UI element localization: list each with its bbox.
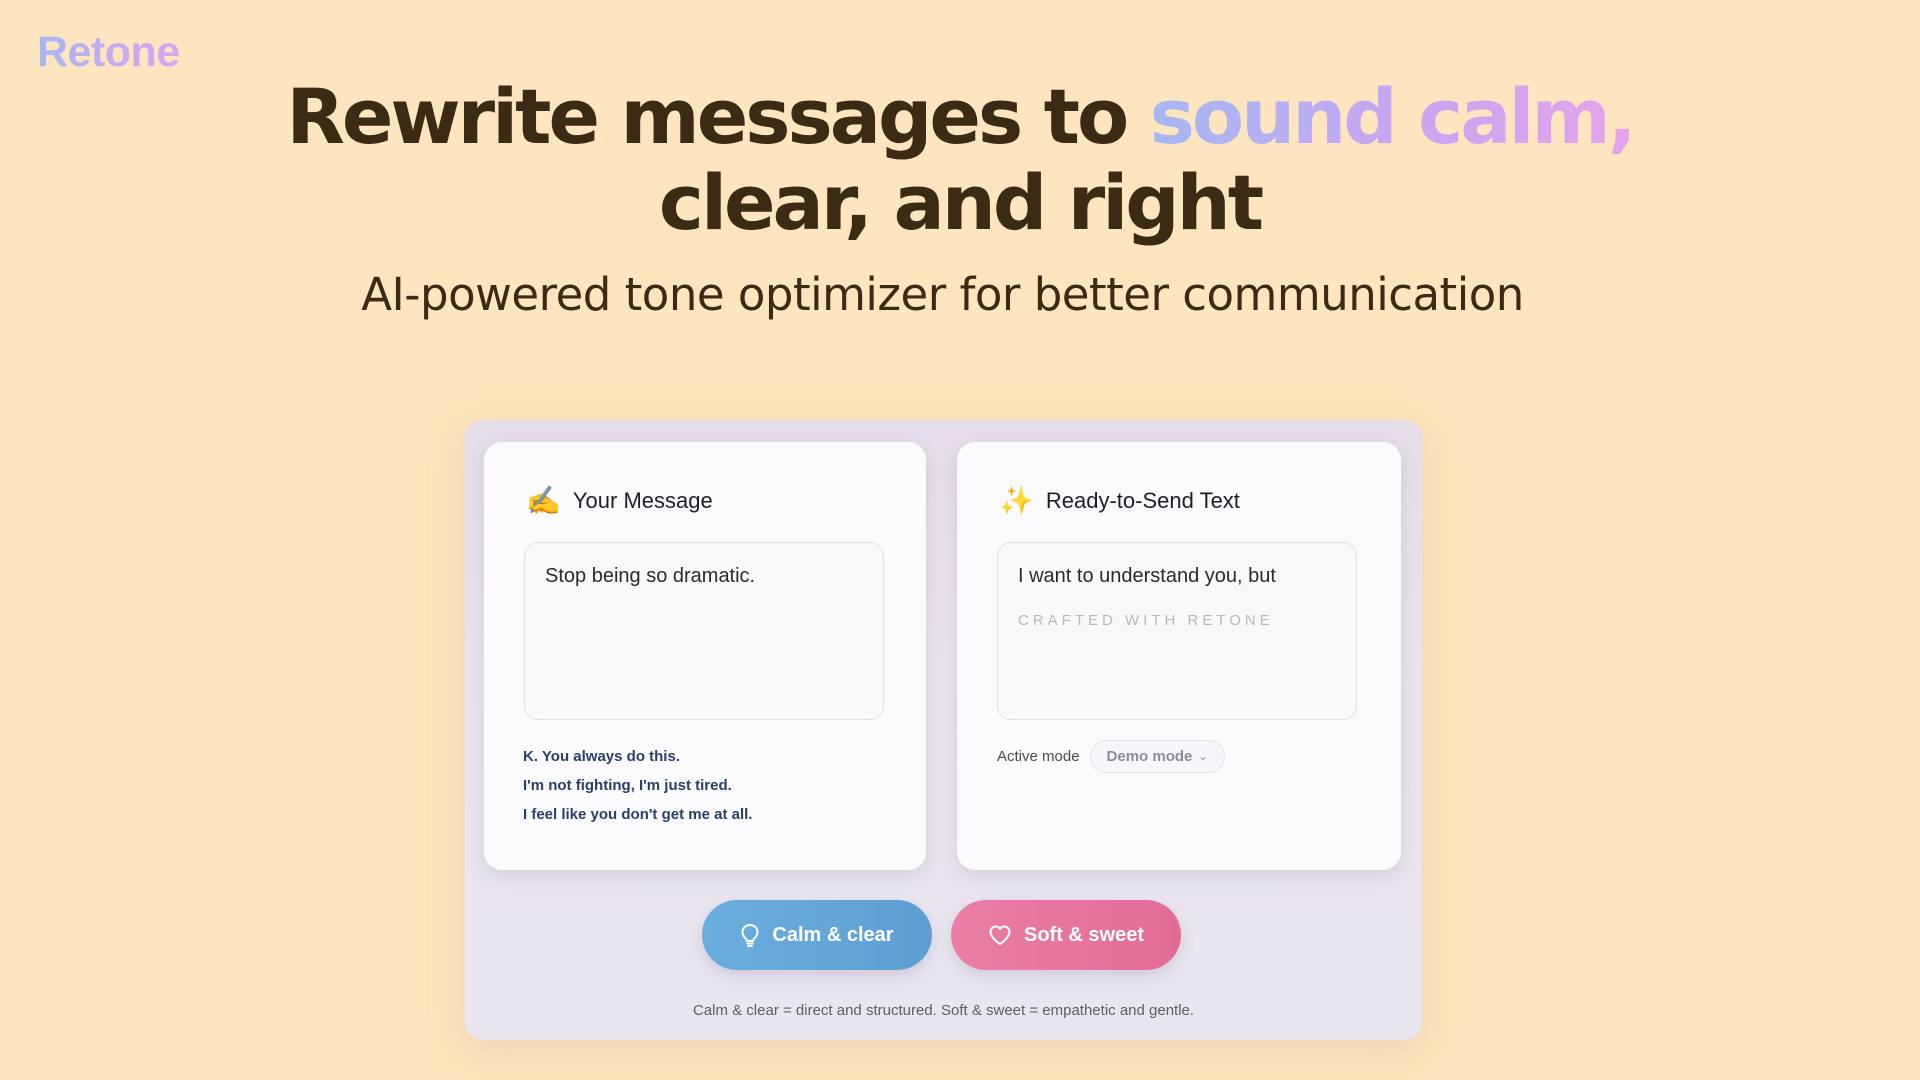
soft-sweet-button[interactable]: Soft & sweet <box>951 900 1181 970</box>
mode-select-value: Demo mode <box>1106 748 1193 765</box>
demo-panel: ✍️ Your Message Stop being so dramatic. … <box>465 420 1422 1040</box>
writing-hand-icon: ✍️ <box>526 485 561 516</box>
sample-messages: K. You always do this. I'm not fighting,… <box>523 748 752 823</box>
sample-message[interactable]: I feel like you don't get me at all. <box>523 806 752 823</box>
message-input[interactable]: Stop being so dramatic. <box>524 542 884 720</box>
chevron-down-icon: ⌄ <box>1198 751 1208 763</box>
headline-highlight: sound calm, <box>1149 72 1637 161</box>
message-input-text: Stop being so dramatic. <box>545 565 756 587</box>
output-card: ✨ Ready-to-Send Text I want to understan… <box>957 442 1401 870</box>
sparkles-icon: ✨ <box>999 485 1034 516</box>
tone-explanation: Calm & clear = direct and structured. So… <box>692 1002 1195 1019</box>
output-text: I want to understand you, but <box>1018 565 1276 587</box>
hero-subheadline: AI-powered tone optimizer for better com… <box>361 268 1524 321</box>
lightbulb-icon <box>740 923 760 947</box>
crafted-watermark: CRAFTED WITH RETONE <box>1018 612 1274 629</box>
calm-clear-button[interactable]: Calm & clear <box>702 900 932 970</box>
output-card-title: Ready-to-Send Text <box>1045 488 1240 513</box>
input-card-title: Your Message <box>572 488 713 513</box>
input-card-header: ✍️ Your Message <box>526 486 713 516</box>
soft-sweet-label: Soft & sweet <box>1023 923 1145 946</box>
sample-message[interactable]: I'm not fighting, I'm just tired. <box>523 777 752 794</box>
output-text-box[interactable]: I want to understand you, but CRAFTED WI… <box>997 542 1357 720</box>
page: Retone Rewrite messages to sound calm, c… <box>0 0 1920 1080</box>
input-card: ✍️ Your Message Stop being so dramatic. … <box>484 442 926 870</box>
calm-clear-label: Calm & clear <box>772 923 894 946</box>
active-mode-label: Active mode <box>997 748 1080 765</box>
retone-logo[interactable]: Retone <box>37 28 180 77</box>
heart-icon <box>988 924 1012 946</box>
hero-headline: Rewrite messages to sound calm, clear, a… <box>0 74 1920 246</box>
mode-select[interactable]: Demo mode ⌄ <box>1089 740 1225 773</box>
headline-start: Rewrite messages to <box>286 72 1150 161</box>
headline-end: clear, and right <box>658 158 1264 247</box>
sample-message[interactable]: K. You always do this. <box>523 748 752 765</box>
output-card-header: ✨ Ready-to-Send Text <box>999 486 1240 516</box>
active-mode-row: Active mode Demo mode ⌄ <box>997 740 1225 773</box>
